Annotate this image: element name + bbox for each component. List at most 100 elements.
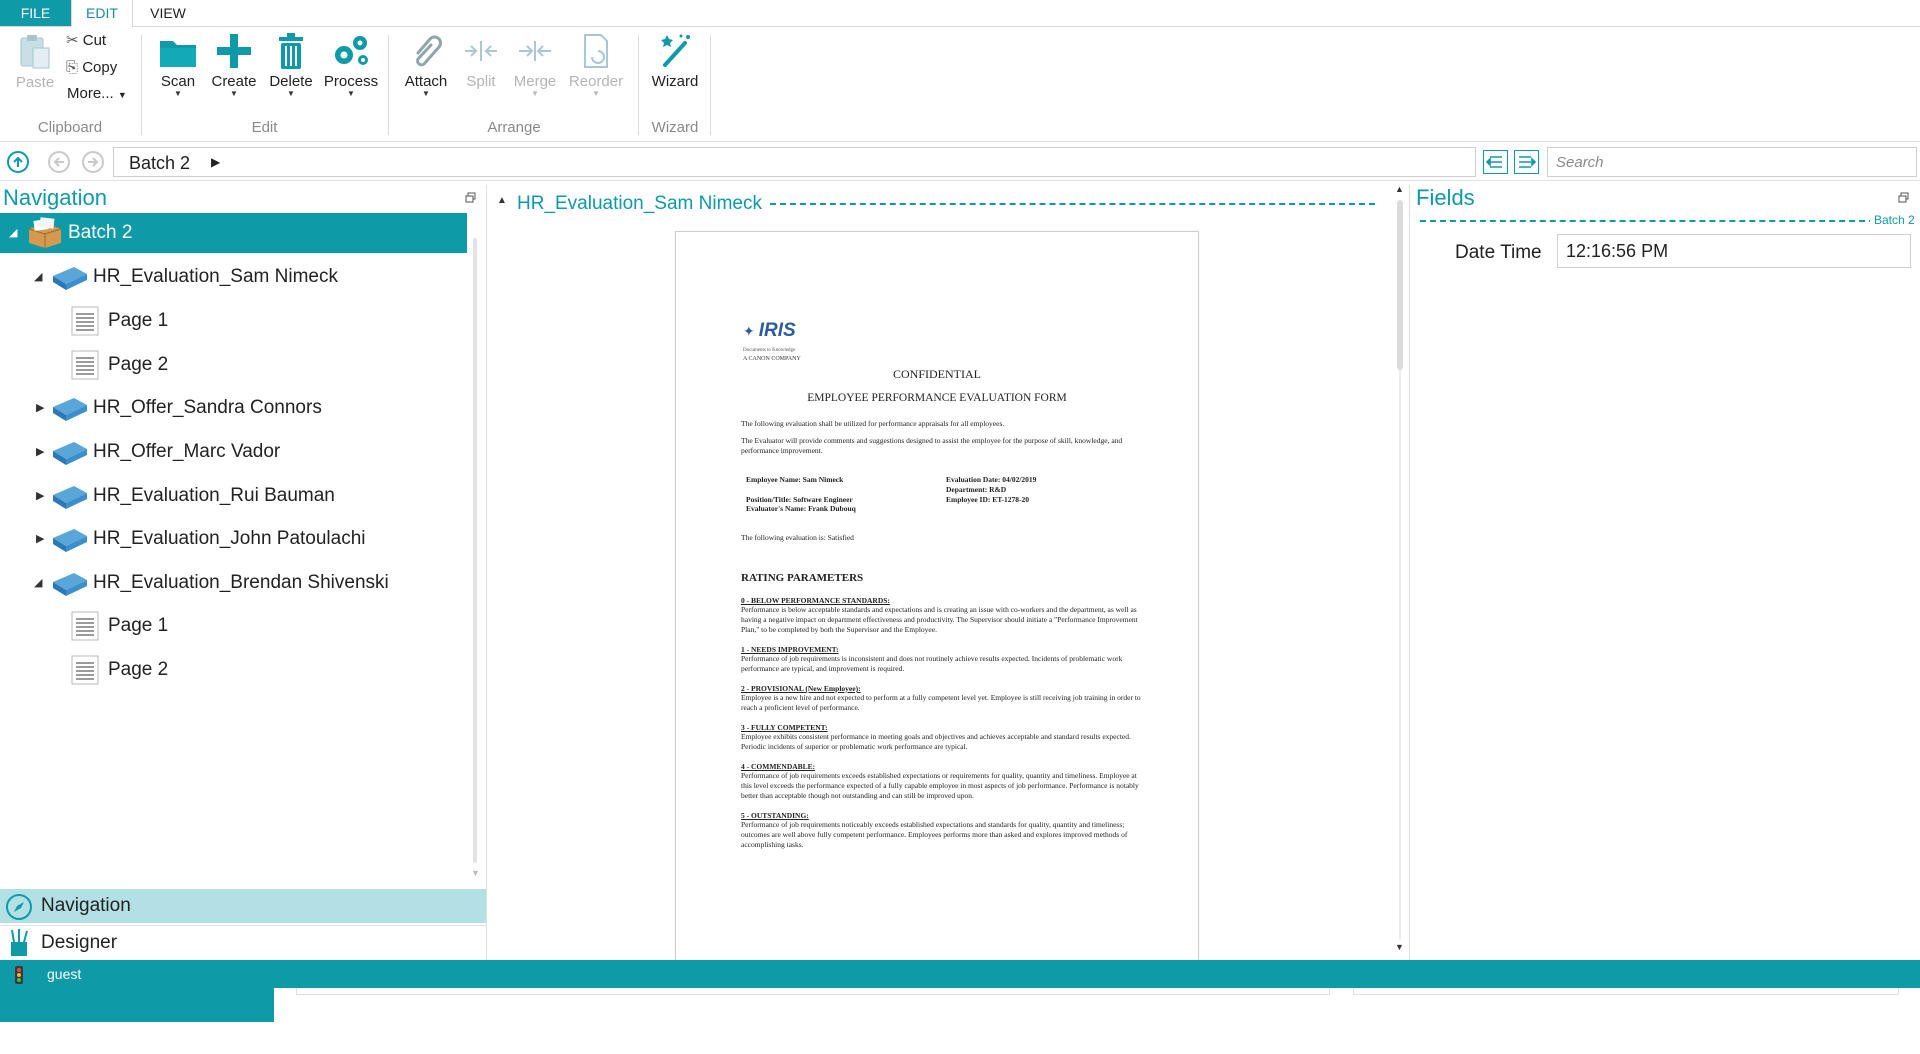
process-button[interactable]: Process ▼ (321, 31, 381, 98)
tree-item-label: Page 1 (108, 615, 169, 636)
plus-icon (217, 34, 251, 68)
expanded-arrow-icon[interactable]: ▲ (497, 195, 507, 206)
chevron-down-icon: ▼ (347, 89, 355, 98)
collapsed-arrow-icon[interactable]: ▶ (36, 519, 44, 559)
viewer-scrollbar-thumb[interactable] (1397, 200, 1403, 370)
rating-heading: 5 - OUTSTANDING: (741, 811, 809, 820)
back-button[interactable] (48, 151, 70, 173)
restore-icon[interactable] (465, 190, 476, 203)
breadcrumb[interactable]: Batch 2 ▶ (113, 147, 1476, 177)
doc-rating-2: 2 - PROVISIONAL (New Employee): Employee… (741, 684, 1143, 713)
doc-intro-2: The Evaluator will provide comments and … (741, 436, 1123, 455)
field-input-date-time[interactable]: 12:16:56 PM (1557, 234, 1911, 268)
scroll-up-icon[interactable]: ▲ (1395, 184, 1404, 194)
arrange-group-label: Arrange (487, 119, 541, 136)
panel-divider (486, 185, 487, 960)
scroll-down-icon[interactable]: ▼ (1395, 942, 1404, 952)
background-window-edge (1353, 988, 1899, 995)
delete-button[interactable]: Delete ▼ (265, 31, 317, 98)
collapsed-arrow-icon[interactable]: ▶ (36, 388, 44, 428)
scan-label: Scan (160, 73, 196, 90)
rating-heading: 4 - COMMENDABLE: (741, 762, 816, 771)
status-bar-extension (0, 988, 274, 1022)
tree-item-page[interactable]: Page 2 (0, 650, 467, 690)
tree-item-page[interactable]: Page 1 (0, 301, 467, 341)
delete-label: Delete (269, 73, 313, 90)
expanded-arrow-icon[interactable]: ◢ (34, 563, 42, 603)
tree-item-page[interactable]: Page 2 (0, 345, 467, 385)
cut-button[interactable]: ✂ Cut (66, 31, 106, 49)
scroll-down-icon[interactable]: ▼ (471, 868, 480, 878)
compass-icon (6, 894, 32, 920)
paste-icon (20, 35, 50, 69)
title-divider (770, 203, 1375, 205)
breadcrumb-item[interactable]: Batch 2 (129, 153, 190, 174)
document-book-icon (53, 398, 87, 421)
tree-item-document[interactable]: ◢ HR_Evaluation_Sam Nimeck (0, 257, 467, 297)
tree-item-document[interactable]: ▶ HR_Evaluation_John Patoulachi (0, 519, 467, 559)
create-button[interactable]: Create ▼ (208, 31, 260, 98)
collapsed-arrow-icon[interactable]: ▶ (36, 432, 44, 472)
rating-text: Employee exhibits consistent performance… (741, 732, 1131, 751)
create-label: Create (211, 73, 257, 90)
breadcrumb-bar: Batch 2 ▶ Search (0, 144, 1920, 181)
tree-item-document[interactable]: ◢ HR_Evaluation_Brendan Shivenski (0, 563, 467, 603)
viewer-scrollbar-track[interactable] (1399, 370, 1401, 940)
tree-item-label: HR_Evaluation_Brendan Shivenski (93, 572, 389, 593)
tree-item-document[interactable]: ▶ HR_Offer_Sandra Connors (0, 388, 467, 428)
chevron-right-icon[interactable]: ▶ (211, 155, 220, 169)
tab-edit[interactable]: EDIT (71, 0, 133, 27)
cut-label: Cut (82, 32, 107, 49)
tab-file[interactable]: FILE (0, 0, 71, 26)
document-book-icon (53, 573, 87, 596)
fields-panel-title: Fields (1416, 185, 1475, 210)
collapse-all-button[interactable] (1483, 150, 1508, 174)
trash-icon (279, 33, 303, 69)
navigation-scrollbar[interactable] (473, 238, 477, 863)
search-input[interactable]: Search (1547, 147, 1917, 177)
tree-item-label: Page 1 (108, 310, 169, 331)
tree-item-label: HR_Offer_Marc Vador (93, 441, 281, 462)
wizard-button[interactable]: Wizard (646, 31, 704, 90)
arrow-up-icon (13, 156, 23, 167)
expanded-arrow-icon[interactable]: ◢ (9, 213, 17, 253)
rating-heading: 2 - PROVISIONAL (New Employee): (741, 684, 861, 693)
scan-button[interactable]: Scan ▼ (152, 31, 204, 98)
restore-icon[interactable] (1898, 190, 1909, 203)
tree-item-document[interactable]: ▶ HR_Evaluation_Rui Bauman (0, 476, 467, 516)
tab-designer[interactable]: Designer (0, 925, 486, 960)
merge-button[interactable]: Merge ▼ (509, 31, 561, 98)
paste-button[interactable]: Paste (10, 32, 60, 91)
tree-item-batch[interactable]: ◢ Batch 2 (0, 213, 467, 253)
copy-button[interactable]: ⎘ Copy (66, 59, 117, 76)
expanded-arrow-icon[interactable]: ◢ (34, 257, 42, 297)
merge-icon (519, 41, 551, 61)
doc-employee-id: Employee ID: ET-1278-20 (946, 495, 1030, 504)
split-label: Split (466, 73, 496, 90)
folder-icon (160, 41, 196, 67)
more-button[interactable]: More... ▼ (67, 85, 127, 102)
arrow-left-icon (53, 157, 64, 167)
status-user: guest (47, 966, 82, 982)
expand-all-button[interactable] (1514, 150, 1539, 174)
tree-item-document[interactable]: ▶ HR_Offer_Marc Vador (0, 432, 467, 472)
document-page[interactable]: ✦ IRIS Documents to Knowledge A CANON CO… (675, 231, 1199, 963)
split-button[interactable]: Split (456, 31, 506, 90)
tree-item-page[interactable]: Page 1 (0, 606, 467, 646)
tree-item-label: Page 2 (108, 354, 169, 375)
group-divider (638, 35, 639, 135)
tab-navigation[interactable]: Navigation (0, 889, 486, 923)
doc-rating-1: 1 - NEEDS IMPROVEMENT: Performance of jo… (741, 645, 1143, 674)
tab-navigation-label: Navigation (41, 895, 131, 916)
attach-button[interactable]: Attach ▼ (398, 31, 454, 98)
wizard-label: Wizard (651, 73, 699, 90)
tree-item-label: HR_Offer_Sandra Connors (93, 397, 322, 418)
up-button[interactable] (7, 151, 29, 173)
chevron-down-icon: ▼ (531, 89, 539, 98)
ribbon: Paste ✂ Cut ⎘ Copy More... ▼ Clipboard S… (0, 27, 1920, 142)
reorder-button[interactable]: Reorder ▼ (565, 31, 627, 98)
tab-view[interactable]: VIEW (131, 0, 205, 26)
forward-button[interactable] (82, 151, 104, 173)
attach-label: Attach (404, 73, 448, 90)
collapsed-arrow-icon[interactable]: ▶ (36, 476, 44, 516)
